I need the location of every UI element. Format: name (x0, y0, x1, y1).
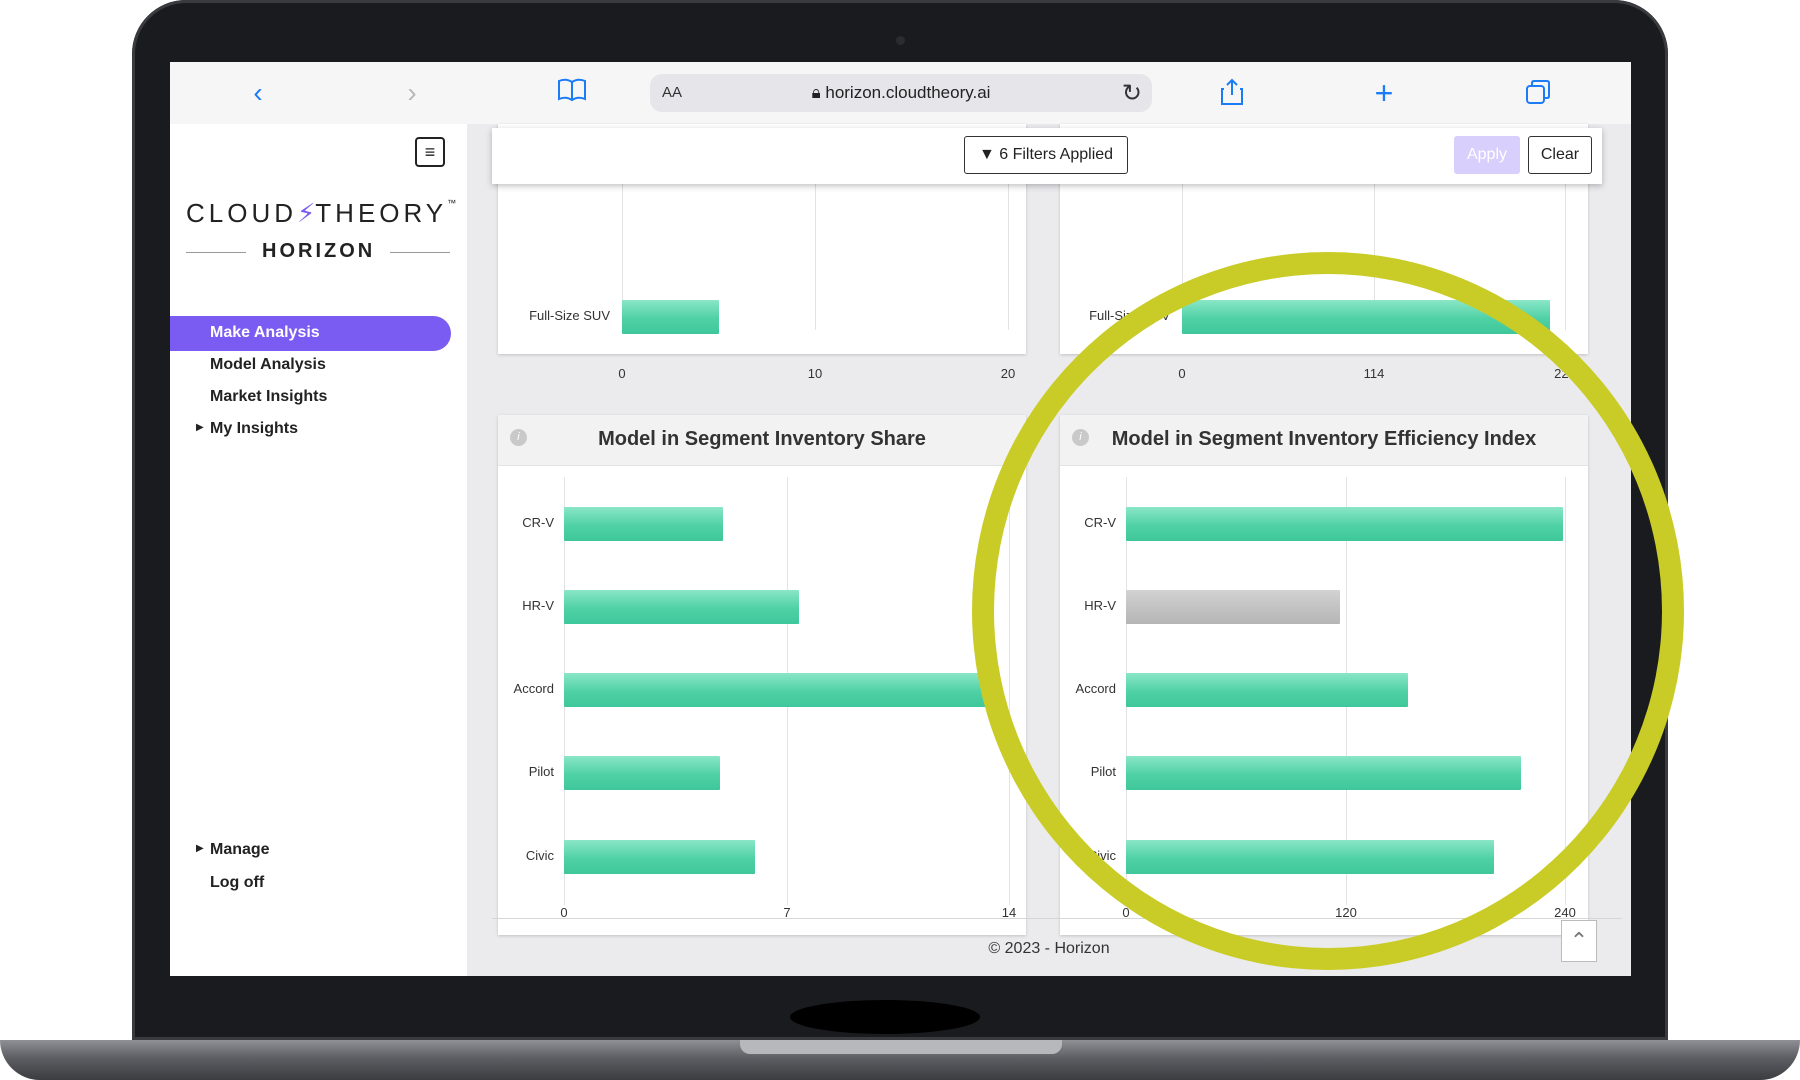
nav-make-analysis[interactable]: Make Analysis (210, 324, 320, 342)
nav-market-insights[interactable]: Market Insights (210, 388, 327, 406)
category-label: Pilot (528, 764, 554, 779)
category-label: Civic (525, 848, 554, 863)
filters-applied-button[interactable]: ▼︎ 6 Filters Applied (964, 136, 1128, 174)
filters-applied-label: 6 Filters Applied (999, 146, 1114, 163)
laptop-hinge (740, 1040, 1062, 1054)
filter-bar: ▼︎ 6 Filters Applied Apply Clear (492, 128, 1602, 184)
reload-icon[interactable]: ↻ (1122, 79, 1142, 108)
card-header: i Model in Segment Inventory Share (498, 415, 1026, 466)
tick-label: 20 (1000, 366, 1016, 381)
tabs-icon[interactable] (1518, 78, 1558, 108)
logo-rule-left (186, 252, 246, 253)
logo: CLOUD⚡THEORY™ (186, 198, 457, 228)
category-label: HR-V (522, 598, 554, 613)
nav-my-insights[interactable]: My Insights (210, 420, 298, 438)
logo-subtitle: HORIZON (262, 240, 376, 262)
address-bar[interactable]: AA 🔒︎ horizon.cloudtheory.ai ↻ (650, 74, 1152, 112)
tick-label: 0 (618, 366, 626, 381)
category-label: Accord (513, 681, 554, 696)
bar-hr-v (564, 590, 799, 624)
chart-card-inventory-share: i Model in Segment Inventory Share CR-V … (498, 415, 1026, 935)
lock-icon: 🔒︎ (811, 83, 826, 102)
expand-manage-icon[interactable]: ▶ (196, 843, 204, 854)
bar-accord (564, 673, 993, 707)
filter-icon: ▼︎ (978, 146, 1000, 163)
highlight-circle (972, 252, 1684, 970)
bookmarks-icon[interactable] (552, 78, 592, 108)
new-tab-icon[interactable]: + (1364, 77, 1404, 109)
hamburger-menu-icon[interactable]: ≡ (415, 137, 445, 167)
back-icon[interactable]: ‹ (238, 78, 278, 108)
forward-icon[interactable]: › (392, 78, 432, 108)
camera-dot (896, 36, 905, 45)
scroll-to-top-icon[interactable]: ⌃ (1561, 920, 1597, 962)
category-label: Full-Size SUV (529, 308, 610, 323)
logo-rule-right (390, 252, 450, 253)
category-label: CR-V (522, 515, 554, 530)
sidebar: ≡ CLOUD⚡THEORY™ HORIZON Make Analysis Mo… (170, 124, 467, 976)
url-text: horizon.cloudtheory.ai (825, 83, 991, 102)
redaction-mark (790, 1000, 980, 1034)
clear-button[interactable]: Clear (1528, 136, 1592, 174)
gridline (815, 180, 816, 330)
bar-pilot (564, 756, 720, 790)
bar-full-size-suv (622, 300, 719, 334)
browser-toolbar: ‹ › AA 🔒︎ horizon.cloudtheory.ai ↻ + (170, 62, 1631, 125)
gridline (1008, 180, 1009, 330)
apply-button[interactable]: Apply (1454, 136, 1520, 174)
chart-title: Model in Segment Inventory Share (598, 428, 926, 450)
bar-civic (564, 840, 755, 874)
nav-manage[interactable]: Manage (210, 841, 270, 859)
tick-label: 10 (807, 366, 823, 381)
share-icon[interactable] (1212, 78, 1252, 108)
gridline (1565, 180, 1566, 330)
bar-cr-v (564, 507, 723, 541)
expand-my-insights-icon[interactable]: ▶ (196, 422, 204, 433)
nav-log-off[interactable]: Log off (210, 874, 264, 892)
nav-model-analysis[interactable]: Model Analysis (210, 356, 326, 374)
